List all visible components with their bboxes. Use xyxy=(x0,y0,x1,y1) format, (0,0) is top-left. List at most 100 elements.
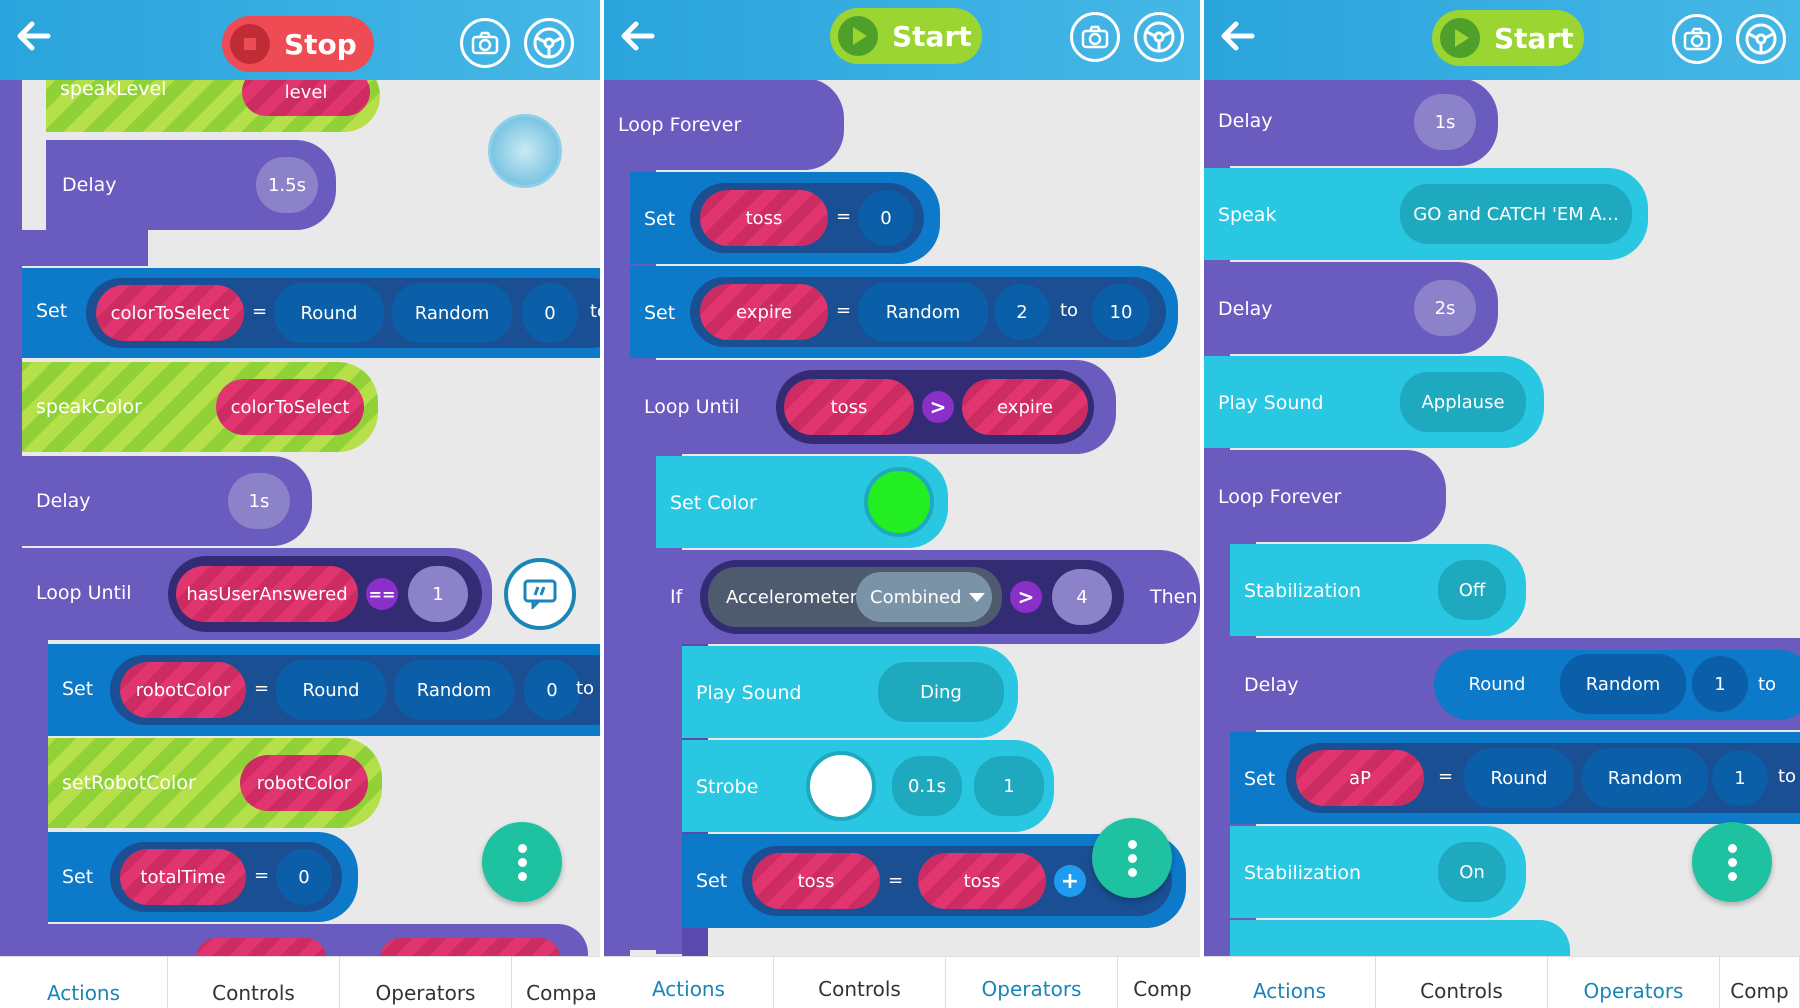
equals-operator[interactable]: == xyxy=(366,578,398,610)
toss-variable[interactable]: toss xyxy=(784,379,914,435)
start-button[interactable]: Start xyxy=(830,8,982,64)
play-sound-block[interactable]: Play Sound Ding xyxy=(682,646,1018,738)
color-to-select-variable[interactable]: colorToSelect xyxy=(96,285,244,341)
set-block[interactable]: Set toss = 0 xyxy=(630,172,940,264)
set-value[interactable]: 0 xyxy=(276,849,332,905)
tab-actions[interactable]: Actions xyxy=(1204,957,1376,1008)
set-block[interactable]: Set aP = Round Random 1 to xyxy=(1230,732,1800,824)
random-function[interactable]: Random xyxy=(392,283,512,343)
round-function[interactable]: Round xyxy=(276,660,386,720)
greater-than-operator[interactable]: > xyxy=(1010,581,1042,613)
stop-button[interactable]: Stop xyxy=(222,16,374,72)
expire-variable[interactable]: expire xyxy=(962,379,1088,435)
set-block[interactable]: Set totalTime = 0 xyxy=(48,832,358,922)
chat-bubble-icon[interactable] xyxy=(504,558,576,630)
set-color-block[interactable]: Set Color xyxy=(656,456,948,548)
camera-icon[interactable] xyxy=(460,18,510,68)
camera-icon[interactable] xyxy=(1672,14,1722,64)
loop-until-block[interactable]: Loop Until hasUserAnswered == 1 xyxy=(22,548,492,640)
tab-controls[interactable]: Controls xyxy=(168,957,340,1008)
delay-value[interactable]: 1s xyxy=(228,473,290,529)
strobe-duration[interactable]: 0.1s xyxy=(892,756,962,816)
stabilization-block[interactable]: Stabilization On xyxy=(1230,826,1526,918)
more-options-button[interactable] xyxy=(1692,822,1772,902)
stabilization-value[interactable]: On xyxy=(1438,842,1506,902)
set-block[interactable]: Set colorToSelect = Round Random 0 to xyxy=(22,268,600,358)
sound-name[interactable]: Ding xyxy=(878,662,1004,722)
delay-block[interactable]: Delay 2s xyxy=(1204,262,1498,354)
toss-variable[interactable]: toss xyxy=(752,853,880,909)
toss-variable[interactable]: toss xyxy=(918,853,1046,909)
camera-icon[interactable] xyxy=(1070,12,1120,62)
tab-controls[interactable]: Controls xyxy=(1376,957,1548,1008)
play-sound-block[interactable]: Play Sound Applause xyxy=(1204,356,1544,448)
expire-variable[interactable]: expire xyxy=(700,284,828,340)
random-min[interactable]: 1 xyxy=(1712,750,1768,806)
robot-connection-icon[interactable] xyxy=(488,114,562,188)
start-button[interactable]: Start xyxy=(1432,10,1584,66)
strobe-color-swatch[interactable] xyxy=(806,751,876,821)
drive-wheel-icon[interactable] xyxy=(1134,12,1184,62)
back-arrow-icon[interactable] xyxy=(14,16,58,60)
more-options-button[interactable] xyxy=(1092,818,1172,898)
robot-color-variable[interactable]: robotColor xyxy=(120,662,246,718)
more-options-button[interactable] xyxy=(482,822,562,902)
robot-color-variable[interactable]: robotColor xyxy=(240,755,368,811)
set-block[interactable]: Set robotColor = Round Random 0 to xyxy=(48,644,600,736)
delay-block[interactable]: Delay Round Random 1 to 6 xyxy=(1230,638,1800,730)
random-function[interactable]: Random xyxy=(858,282,988,342)
ap-variable[interactable]: aP xyxy=(1296,750,1424,806)
toss-variable[interactable]: toss xyxy=(700,190,828,246)
drive-wheel-icon[interactable] xyxy=(1736,14,1786,64)
delay-block[interactable]: Delay 1s xyxy=(22,456,312,546)
round-function[interactable]: Round xyxy=(274,283,384,343)
loop-until-block[interactable]: Loop Until toss > expire xyxy=(630,360,1116,454)
tab-controls[interactable]: Controls xyxy=(774,957,946,1008)
stabilization-block[interactable]: Stabilization Off xyxy=(1230,544,1526,636)
speak-color-block[interactable]: speakColor colorToSelect xyxy=(22,362,378,452)
speak-text[interactable]: GO and CATCH 'EM A... xyxy=(1400,184,1632,244)
round-function[interactable]: Round xyxy=(1442,654,1552,714)
drive-wheel-icon[interactable] xyxy=(524,18,574,68)
tab-operators[interactable]: Operators xyxy=(340,957,512,1008)
strobe-count[interactable]: 1 xyxy=(974,756,1044,816)
random-max[interactable]: 10 xyxy=(1092,284,1150,340)
tab-actions[interactable]: Actions xyxy=(0,957,168,1008)
tab-actions[interactable]: Actions xyxy=(604,957,774,1008)
set-block[interactable]: Set expire = Random 2 to 10 xyxy=(630,266,1178,358)
tab-operators[interactable]: Operators xyxy=(946,957,1118,1008)
delay-value[interactable]: 1s xyxy=(1414,94,1476,150)
random-min[interactable]: 2 xyxy=(994,284,1050,340)
back-arrow-icon[interactable] xyxy=(618,16,662,60)
sound-name[interactable]: Applause xyxy=(1400,372,1526,432)
total-time-variable[interactable]: totalTime xyxy=(120,849,246,905)
if-block[interactable]: If Accelerometer Combined > 4 Then xyxy=(656,550,1200,644)
delay-block[interactable]: Delay 1.5s xyxy=(46,140,336,230)
plus-operator[interactable]: + xyxy=(1054,865,1086,897)
stabilization-value[interactable]: Off xyxy=(1438,560,1506,620)
random-min[interactable]: 1 xyxy=(1692,656,1748,712)
random-min[interactable]: 0 xyxy=(522,283,578,343)
loop-compare-value[interactable]: 1 xyxy=(408,566,468,622)
delay-value[interactable]: 1.5s xyxy=(256,157,318,213)
loop-forever-block[interactable]: Loop Forever xyxy=(1204,450,1446,542)
delay-value[interactable]: 2s xyxy=(1414,280,1476,336)
round-function[interactable]: Round xyxy=(1464,748,1574,808)
loop-forever-block[interactable]: Loop Forever xyxy=(604,78,844,170)
set-value[interactable]: 0 xyxy=(858,190,914,246)
tab-comparators[interactable]: Compa xyxy=(512,957,600,1008)
delay-block[interactable]: Delay 1s xyxy=(1204,78,1498,166)
speak-block[interactable]: Speak GO and CATCH 'EM A... xyxy=(1204,168,1648,260)
color-to-select-variable[interactable]: colorToSelect xyxy=(216,379,364,435)
tab-comparators[interactable]: Comp xyxy=(1720,957,1800,1008)
greater-than-operator[interactable]: > xyxy=(922,391,954,423)
random-function[interactable]: Random xyxy=(394,660,514,720)
random-min[interactable]: 0 xyxy=(524,660,580,720)
sensor-mode-dropdown[interactable]: Combined xyxy=(856,572,992,622)
color-swatch[interactable] xyxy=(864,467,934,537)
has-user-answered-variable[interactable]: hasUserAnswered xyxy=(176,566,358,622)
back-arrow-icon[interactable] xyxy=(1218,16,1262,60)
set-robot-color-block[interactable]: setRobotColor robotColor xyxy=(48,738,382,828)
random-function[interactable]: Random xyxy=(1560,654,1686,714)
if-compare-value[interactable]: 4 xyxy=(1052,569,1112,625)
